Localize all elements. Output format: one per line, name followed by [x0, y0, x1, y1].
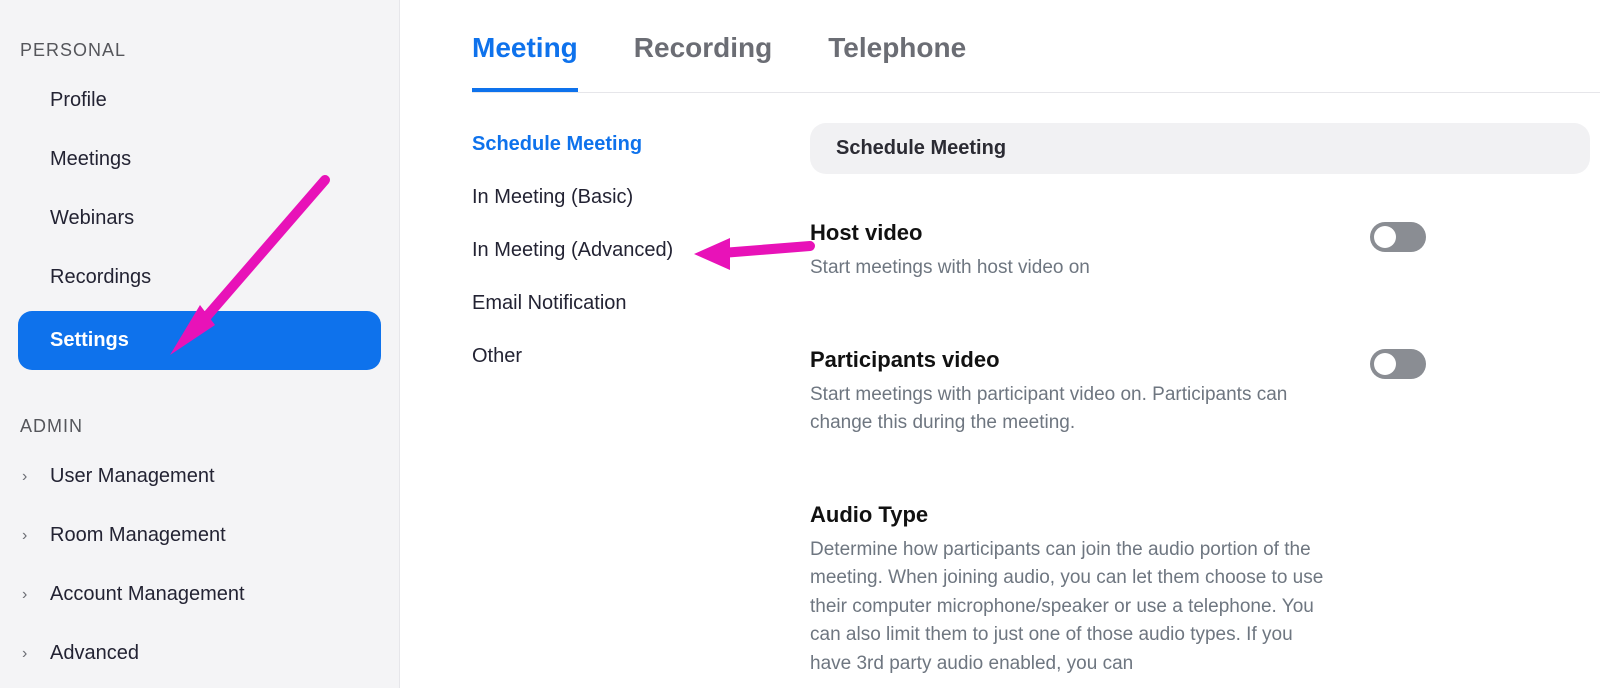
- settings-section-header: Schedule Meeting: [810, 123, 1590, 174]
- toggle-participants-video[interactable]: [1370, 349, 1426, 379]
- chevron-right-icon: ›: [22, 468, 27, 486]
- setting-host-video: Host video Start meetings with host vide…: [810, 220, 1590, 283]
- sidebar-item-settings[interactable]: Settings: [18, 311, 381, 370]
- sidebar-item-label: Room Management: [50, 524, 226, 546]
- settings-subnav: Schedule Meeting In Meeting (Basic) In M…: [472, 123, 762, 678]
- setting-participants-video: Participants video Start meetings with p…: [810, 347, 1590, 438]
- sidebar-item-room-management[interactable]: › Room Management: [0, 506, 399, 565]
- tab-recording[interactable]: Recording: [634, 14, 772, 92]
- setting-desc: Determine how participants can join the …: [810, 536, 1330, 679]
- sidebar: PERSONAL Profile Meetings Webinars Recor…: [0, 0, 400, 688]
- tab-label: Meeting: [472, 32, 578, 63]
- sidebar-item-advanced[interactable]: › Advanced: [0, 624, 399, 683]
- sidebar-item-label: Account Management: [50, 583, 245, 605]
- chevron-right-icon: ›: [22, 645, 27, 663]
- sidebar-item-label: User Management: [50, 465, 215, 487]
- toggle-host-video[interactable]: [1370, 222, 1426, 252]
- setting-title: Host video: [810, 220, 1330, 246]
- chevron-right-icon: ›: [22, 586, 27, 604]
- sidebar-section-personal-label: PERSONAL: [0, 18, 399, 71]
- setting-audio-type: Audio Type Determine how participants ca…: [810, 502, 1590, 679]
- sidebar-section-admin-label: ADMIN: [0, 374, 399, 447]
- sidebar-item-label: Webinars: [50, 207, 134, 229]
- subnav-email-notification[interactable]: Email Notification: [472, 292, 762, 315]
- sidebar-item-meetings[interactable]: Meetings: [0, 130, 399, 189]
- subnav-schedule-meeting[interactable]: Schedule Meeting: [472, 133, 762, 156]
- subnav-other[interactable]: Other: [472, 345, 762, 368]
- sidebar-item-label: Recordings: [50, 266, 151, 288]
- subnav-in-meeting-advanced[interactable]: In Meeting (Advanced): [472, 239, 762, 262]
- main-content: Meeting Recording Telephone Schedule Mee…: [400, 0, 1600, 688]
- chevron-right-icon: ›: [22, 527, 27, 545]
- sidebar-item-user-management[interactable]: › User Management: [0, 447, 399, 506]
- setting-desc: Start meetings with participant video on…: [810, 381, 1330, 438]
- sidebar-item-recordings[interactable]: Recordings: [0, 248, 399, 307]
- sidebar-item-account-management[interactable]: › Account Management: [0, 565, 399, 624]
- settings-tabs: Meeting Recording Telephone: [472, 14, 1600, 93]
- subnav-in-meeting-basic[interactable]: In Meeting (Basic): [472, 186, 762, 209]
- tab-label: Telephone: [828, 32, 966, 63]
- sidebar-item-label: Settings: [50, 329, 129, 351]
- sidebar-item-label: Meetings: [50, 148, 131, 170]
- sidebar-item-label: Advanced: [50, 642, 139, 664]
- setting-title: Audio Type: [810, 502, 1330, 528]
- sidebar-item-label: Profile: [50, 89, 107, 111]
- settings-panel: Schedule Meeting Host video Start meetin…: [810, 123, 1600, 678]
- sidebar-item-profile[interactable]: Profile: [0, 71, 399, 130]
- sidebar-item-webinars[interactable]: Webinars: [0, 189, 399, 248]
- tab-label: Recording: [634, 32, 772, 63]
- setting-desc: Start meetings with host video on: [810, 254, 1330, 283]
- tab-telephone[interactable]: Telephone: [828, 14, 966, 92]
- tab-meeting[interactable]: Meeting: [472, 14, 578, 92]
- setting-title: Participants video: [810, 347, 1330, 373]
